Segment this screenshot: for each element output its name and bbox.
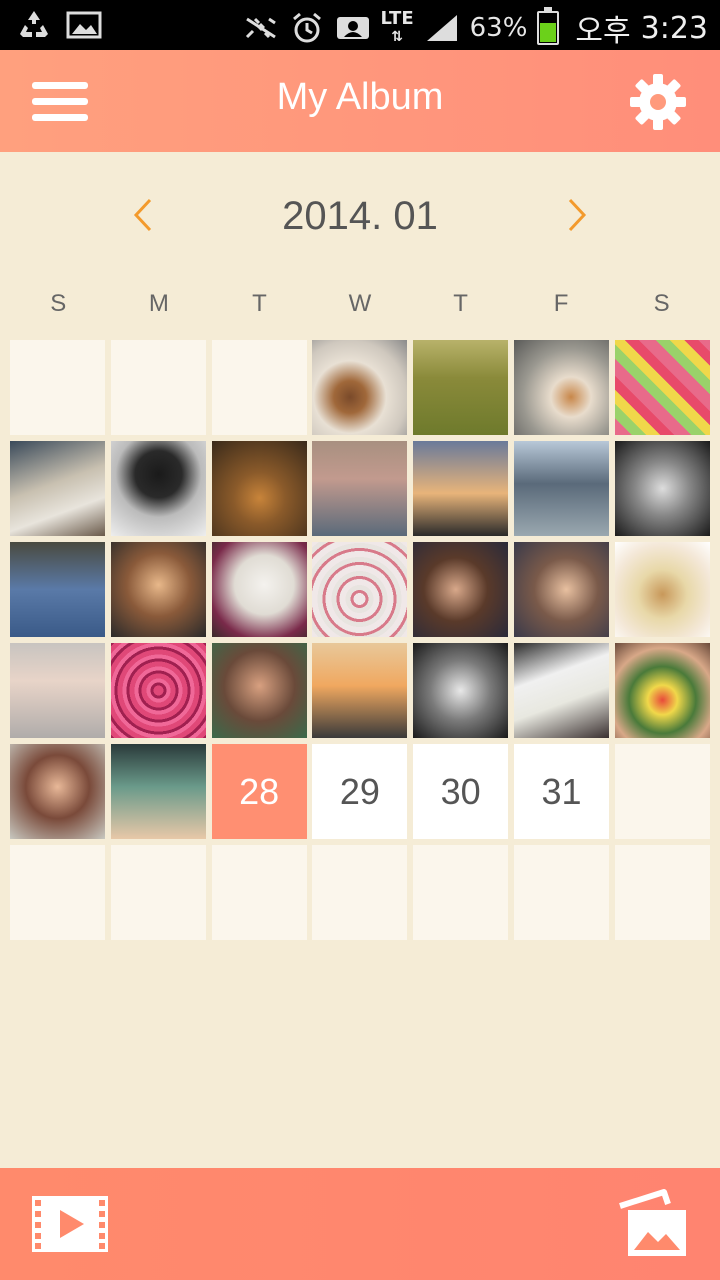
day-photo <box>614 643 710 738</box>
day-photo <box>413 340 509 435</box>
day-photo <box>110 643 206 738</box>
day-photo <box>211 643 307 738</box>
empty-day-cell <box>10 340 105 435</box>
empty-day-cell <box>614 744 710 839</box>
photo-day-cell[interactable] <box>513 340 609 435</box>
photo-day-cell[interactable] <box>413 340 509 435</box>
photo-day-cell[interactable] <box>614 643 710 738</box>
photo-day-cell[interactable] <box>211 643 307 738</box>
day-photo <box>413 643 509 738</box>
day-photo <box>110 744 206 839</box>
weekday-tue: T <box>252 290 267 317</box>
day-photo <box>312 643 408 738</box>
day-cell[interactable]: 30 <box>413 744 509 839</box>
day-photo <box>10 441 105 536</box>
photo-day-cell[interactable] <box>211 542 307 637</box>
clock-time: 3:23 <box>640 10 708 46</box>
empty-day-cell <box>211 340 307 435</box>
day-photo <box>110 542 206 637</box>
day-photo <box>312 441 408 536</box>
day-photo <box>513 340 609 435</box>
clock-ampm: 오후 <box>575 14 631 49</box>
calendar-grid: 28 29 30 31 <box>10 340 710 940</box>
empty-day-cell <box>513 845 609 940</box>
day-photo <box>312 542 408 637</box>
photo-day-cell[interactable] <box>110 542 206 637</box>
photo-day-cell[interactable] <box>10 441 105 536</box>
lte-indicator: LTE ⇅ <box>380 8 414 46</box>
day-photo <box>10 542 105 637</box>
page-title: My Album <box>276 76 444 118</box>
photo-day-cell[interactable] <box>312 441 408 536</box>
photo-day-cell[interactable] <box>10 542 105 637</box>
photo-day-cell[interactable] <box>413 441 509 536</box>
day-photo <box>10 744 105 839</box>
account-icon <box>335 11 371 45</box>
empty-day-cell <box>614 845 710 940</box>
month-navigation: 2014. 01 <box>0 190 720 240</box>
photo-day-cell[interactable] <box>110 643 206 738</box>
photo-day-cell[interactable] <box>513 441 609 536</box>
weekday-fri: F <box>553 290 569 317</box>
day-photo <box>614 441 710 536</box>
empty-day-cell <box>110 340 206 435</box>
recycle-icon <box>16 8 52 42</box>
signal-icon <box>424 11 460 45</box>
chevron-right-icon[interactable] <box>562 194 592 236</box>
photo-day-cell[interactable] <box>614 441 710 536</box>
photo-day-cell[interactable] <box>413 643 509 738</box>
photo-day-cell[interactable] <box>110 744 206 839</box>
battery-icon <box>537 7 560 45</box>
empty-day-cell <box>110 845 206 940</box>
day-photo <box>211 542 307 637</box>
weekday-sun: S <box>50 290 67 317</box>
photo-day-cell[interactable] <box>312 340 408 435</box>
photo-day-cell[interactable] <box>413 542 509 637</box>
empty-day-cell <box>211 845 307 940</box>
photo-day-cell[interactable] <box>614 340 710 435</box>
alarm-icon <box>289 11 325 45</box>
status-bar: LTE ⇅ 63% 오후 3:23 <box>0 0 720 50</box>
photo-day-cell[interactable] <box>614 542 710 637</box>
battery-percent: 63% <box>469 13 528 43</box>
day-photo <box>413 441 509 536</box>
month-label: 2014. 01 <box>282 194 438 238</box>
day-photo <box>312 340 408 435</box>
day-cell[interactable]: 29 <box>312 744 408 839</box>
weekday-thu: T <box>453 290 468 317</box>
photo-day-cell[interactable] <box>110 441 206 536</box>
day-cell[interactable]: 31 <box>513 744 609 839</box>
empty-day-cell <box>413 845 509 940</box>
photo-day-cell[interactable] <box>312 643 408 738</box>
bottom-toolbar <box>0 1168 720 1280</box>
photo-day-cell[interactable] <box>513 643 609 738</box>
photo-day-cell[interactable] <box>513 542 609 637</box>
photo-day-cell[interactable] <box>10 744 105 839</box>
day-photo <box>110 441 206 536</box>
day-photo <box>614 340 710 435</box>
weekday-header: S M T W T F S <box>8 290 712 318</box>
day-photo <box>413 542 509 637</box>
app-header: My Album <box>0 50 720 152</box>
day-photo <box>513 542 609 637</box>
day-photo <box>10 643 105 738</box>
image-icon <box>66 8 102 42</box>
day-photo <box>513 441 609 536</box>
photo-gallery-icon[interactable] <box>614 1188 690 1260</box>
photo-day-cell[interactable] <box>211 441 307 536</box>
photo-day-cell[interactable] <box>10 643 105 738</box>
day-photo <box>211 441 307 536</box>
empty-day-cell <box>312 845 408 940</box>
day-photo <box>614 542 710 637</box>
nfc-icon <box>243 11 279 45</box>
gear-icon[interactable] <box>628 72 688 132</box>
day-cell-today[interactable]: 28 <box>211 744 307 839</box>
weekday-wed: W <box>348 290 372 317</box>
empty-day-cell <box>10 845 105 940</box>
day-photo <box>513 643 609 738</box>
photo-day-cell[interactable] <box>312 542 408 637</box>
video-play-icon[interactable] <box>32 1196 108 1252</box>
weekday-mon: M <box>148 290 169 317</box>
weekday-sat: S <box>653 290 670 317</box>
